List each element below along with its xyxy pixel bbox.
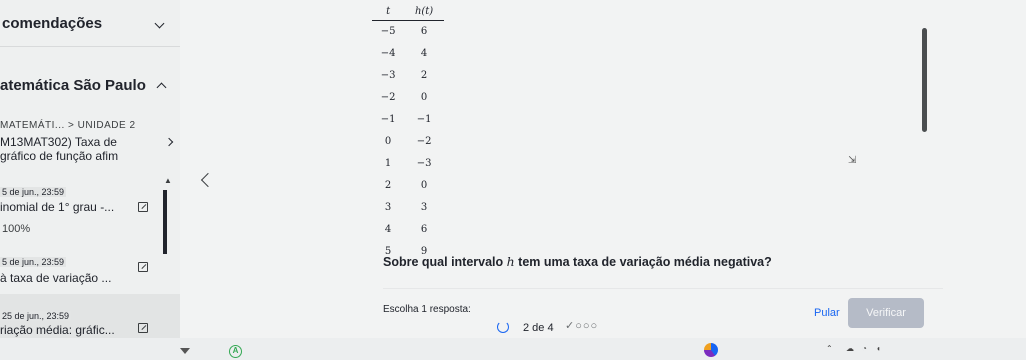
table-cell: −1 <box>380 113 396 125</box>
progress-dots: ✓○○○ <box>565 320 599 332</box>
table-row: 33 <box>372 196 444 218</box>
table-cell: 4 <box>420 47 428 59</box>
course-title: atemática São Paulo <box>0 77 146 94</box>
table-header-row: t h(t) <box>372 4 444 21</box>
table-cell: −3 <box>380 69 396 81</box>
panel-divider[interactable] <box>163 190 167 254</box>
collapse-arrow-icon[interactable] <box>180 348 190 354</box>
table-row: −3 2 <box>372 64 444 86</box>
table-row: −1 −1 <box>372 108 444 130</box>
unit-title-line2: gráfico de função afim <box>0 149 119 163</box>
retry-icon[interactable] <box>497 321 509 333</box>
item-name: riação média: gráfic... <box>0 323 115 337</box>
table-cell: −1 <box>416 113 432 125</box>
table-cell: −4 <box>380 47 396 59</box>
table-row: 46 <box>372 218 444 240</box>
table-cell: −5 <box>380 25 396 37</box>
recommendations-header[interactable]: comendações <box>0 0 180 46</box>
breadcrumb: MATEMÁTI... > UNIDADE 2 <box>0 120 136 131</box>
chevron-up-icon[interactable] <box>156 82 167 93</box>
check-button[interactable]: Verificar <box>848 298 924 328</box>
table-cell: −2 <box>416 135 432 147</box>
scroll-up-icon[interactable]: ▲ <box>164 176 172 185</box>
table-cell: 3 <box>420 201 428 213</box>
table-row: −5 6 <box>372 20 444 42</box>
edit-icon <box>138 323 148 333</box>
due-date: 5 de jun., 23:59 <box>0 257 67 267</box>
table-cell: 3 <box>384 201 392 213</box>
table-row: −2 0 <box>372 86 444 108</box>
course-header[interactable]: atemática São Paulo <box>0 64 180 104</box>
previous-arrow-icon[interactable] <box>200 172 216 188</box>
unit-link[interactable]: MATEMÁTI... > UNIDADE 2 M13MAT302) Taxa … <box>0 118 180 163</box>
wifi-icon[interactable]: ◔ <box>862 344 867 353</box>
table-row: 0 −2 <box>372 130 444 152</box>
sidebar: comendações atemática São Paulo MATEMÁTI… <box>0 0 180 360</box>
list-item[interactable]: 5 de jun., 23:59 inomial de 1° grau -...… <box>0 187 180 239</box>
table-row: −4 4 <box>372 42 444 64</box>
logo-icon[interactable] <box>704 343 718 357</box>
volume-icon[interactable]: ◖ <box>876 344 881 353</box>
chevron-down-icon[interactable] <box>154 18 165 29</box>
answer-hint: Escolha 1 resposta: <box>383 304 471 315</box>
table-cell: 4 <box>384 223 392 235</box>
table-cell: 0 <box>420 179 428 191</box>
chevron-right-icon[interactable] <box>164 137 174 147</box>
column-header: h(t) <box>404 4 444 21</box>
skip-button[interactable]: Pular <box>814 307 840 319</box>
cloud-icon[interactable]: ☁ <box>846 344 854 353</box>
item-name: inomial de 1° grau -... <box>0 200 115 214</box>
due-date: 5 de jun., 23:59 <box>0 187 67 197</box>
divider <box>383 288 943 289</box>
table-cell: 2 <box>420 69 428 81</box>
table-cell: 1 <box>384 157 392 169</box>
column-header: t <box>372 4 405 21</box>
table-cell: −3 <box>416 157 432 169</box>
due-date: 25 de jun., 23:59 <box>0 311 72 321</box>
item-name: à taxa de variação ... <box>0 271 112 285</box>
recommendations-title: comendações <box>2 15 103 32</box>
check-icon: ✓ <box>565 320 576 332</box>
table-cell: 2 <box>384 179 392 191</box>
question-text: Sobre qual intervalo h tem uma taxa de v… <box>383 254 772 269</box>
table-cell: 0 <box>384 135 392 147</box>
unit-title-line1: M13MAT302) Taxa de <box>0 135 117 149</box>
table-cell: −2 <box>380 91 396 103</box>
table-row: 20 <box>372 174 444 196</box>
tray-up-icon[interactable]: ⌃ <box>826 344 833 353</box>
app-icon[interactable]: A <box>229 345 242 358</box>
edit-icon <box>138 262 148 272</box>
table-cell: 0 <box>420 91 428 103</box>
question-part: Sobre qual intervalo <box>383 255 507 269</box>
taskbar <box>0 338 1026 360</box>
cursor-icon: ⇲ <box>848 155 857 166</box>
edit-icon <box>138 202 148 212</box>
question-part: tem uma taxa de variação média negativa? <box>514 255 772 269</box>
question-variable: h <box>506 254 515 269</box>
list-item[interactable]: 5 de jun., 23:59 à taxa de variação ... <box>0 257 180 287</box>
scrollbar[interactable] <box>922 28 927 132</box>
table-cell: 6 <box>420 223 428 235</box>
divider <box>0 46 180 47</box>
item-score: 100% <box>2 223 31 235</box>
table-cell: 6 <box>420 25 428 37</box>
table-row: 1 −3 <box>372 152 444 174</box>
progress-text: 2 de 4 <box>523 322 554 334</box>
values-table: t h(t) −5 6 −4 4 −3 2 −2 0 −1 −1 0 −2 1 −3 20 3… <box>372 4 444 262</box>
